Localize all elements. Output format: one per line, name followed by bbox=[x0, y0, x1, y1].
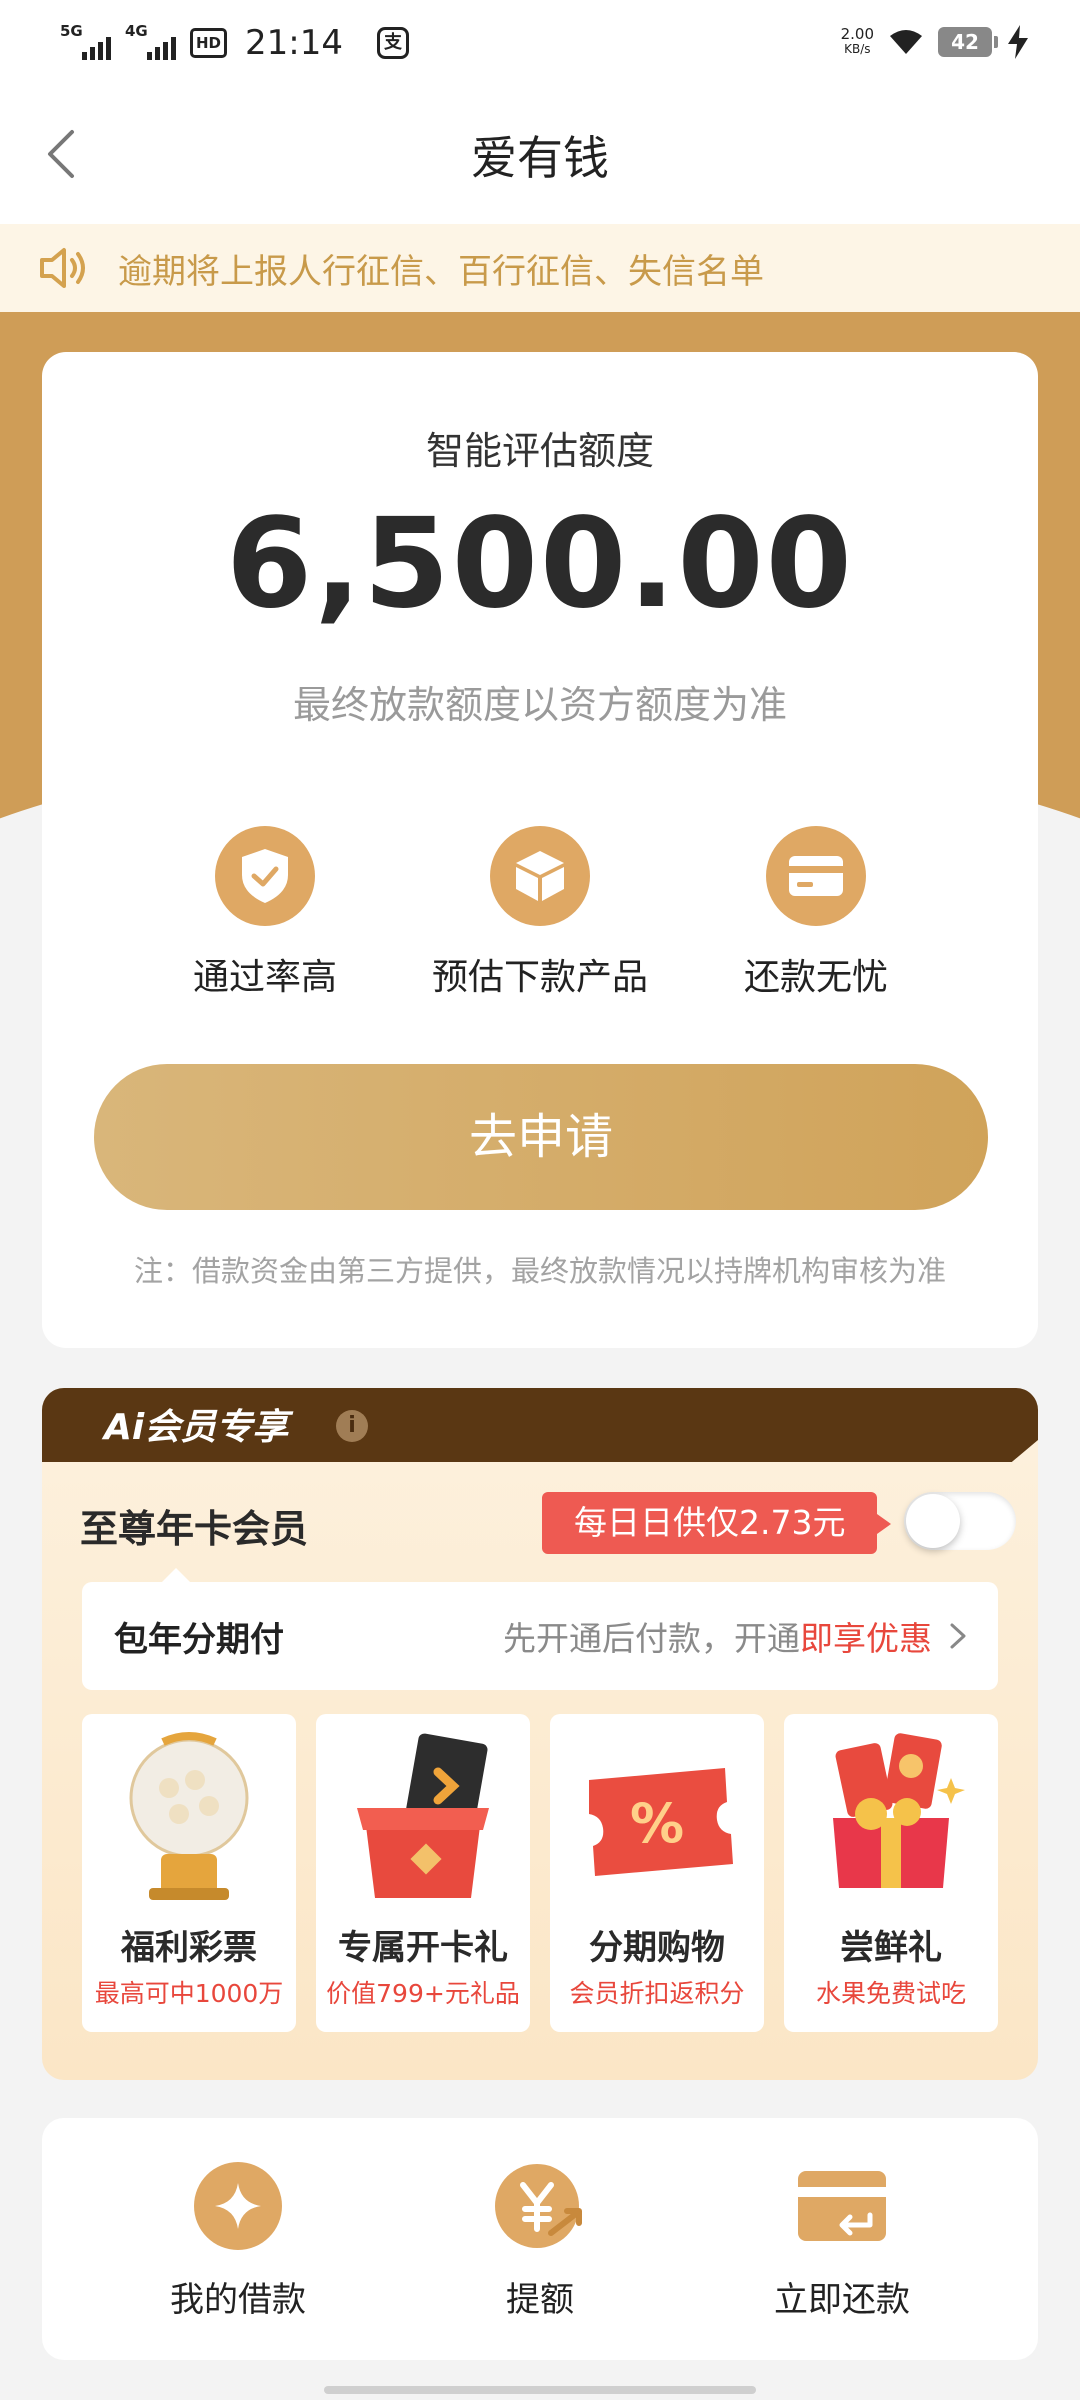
plan-row-text: 先开通后付款，开通 bbox=[503, 1619, 800, 1658]
signal-5g-icon: 5G bbox=[60, 22, 111, 60]
signal-4g-icon: 4G bbox=[125, 22, 176, 60]
wifi-icon bbox=[890, 30, 922, 54]
shortcut-label: 立即还款 bbox=[774, 2280, 910, 2320]
shortcut-raise-limit[interactable]: 提额 bbox=[390, 2158, 690, 2321]
info-icon[interactable]: i bbox=[336, 1410, 368, 1442]
network-speed-unit: KB/s bbox=[844, 42, 871, 56]
coupon-icon: % bbox=[589, 1768, 733, 1876]
shortcut-label: 提额 bbox=[506, 2280, 574, 2320]
benefit-subtitle: 会员折扣返积分 bbox=[569, 1979, 745, 2008]
member-tab-title: Ai会员专享 bbox=[104, 1407, 289, 1448]
benefit-list: 福利彩票 最高可中1000万 专属开卡礼 价值799+元礼品 % 分期购物 会员… bbox=[82, 1714, 998, 2032]
notice-bar: 逾期将上报人行征信、百行征信、失信名单 bbox=[0, 224, 1080, 312]
network-speed: 2.00 KB/s bbox=[841, 27, 874, 57]
shortcut-repay-now[interactable]: 立即还款 bbox=[692, 2158, 992, 2321]
benefit-tasting[interactable]: 尝鲜礼 水果免费试吃 bbox=[784, 1714, 998, 2032]
battery-icon: 42 bbox=[938, 27, 998, 57]
yuan-raise-icon bbox=[492, 2158, 588, 2254]
quota-card: 智能评估额度 6,500.00 最终放款额度以资方额度为准 通过率高 预估下款产… bbox=[42, 352, 1038, 1348]
membership-toggle[interactable] bbox=[904, 1492, 1016, 1550]
benefit-subtitle: 最高可中1000万 bbox=[94, 1979, 284, 2008]
network-speed-value: 2.00 bbox=[840, 25, 874, 43]
status-bar: 5G 4G HD 21:14 支 2.00 KB/s 42 bbox=[0, 0, 1080, 84]
benefit-title: 分期购物 bbox=[589, 1928, 725, 1968]
benefit-lottery[interactable]: 福利彩票 最高可中1000万 bbox=[82, 1714, 296, 2032]
charging-icon bbox=[1008, 25, 1028, 59]
daily-price-tag: 每日日供仅2.73元 bbox=[542, 1492, 892, 1554]
feature-list: 通过率高 预估下款产品 还款无忧 bbox=[42, 826, 1038, 1006]
benefit-title: 专属开卡礼 bbox=[338, 1928, 508, 1968]
plan-row-highlight: 即享优惠 bbox=[800, 1619, 932, 1658]
toggle-knob bbox=[906, 1494, 960, 1548]
quota-subtitle: 最终放款额度以资方额度为准 bbox=[292, 683, 787, 727]
feature-estimate: 预估下款产品 bbox=[390, 826, 690, 1000]
chevron-right-icon bbox=[950, 1623, 966, 1649]
disclaimer-note: 注：借款资金由第三方提供，最终放款情况以持牌机构审核为准 bbox=[133, 1254, 946, 1288]
network-label-5g: 5G bbox=[60, 22, 83, 40]
feature-label: 通过率高 bbox=[192, 957, 337, 998]
benefit-subtitle: 水果免费试吃 bbox=[815, 1979, 966, 2008]
benefit-shopping[interactable]: % 分期购物 会员折扣返积分 bbox=[550, 1714, 764, 2032]
plan-row-title: 包年分期付 bbox=[114, 1620, 284, 1660]
card-icon bbox=[766, 826, 866, 926]
shortcut-bar: 我的借款 提额 立即还款 bbox=[42, 2118, 1038, 2360]
alipay-notification-icon: 支 bbox=[377, 27, 409, 59]
box-icon bbox=[490, 826, 590, 926]
apply-button[interactable]: 去申请 bbox=[94, 1064, 988, 1210]
feature-pass-rate: 通过率高 bbox=[115, 826, 415, 1000]
benefit-subtitle: 价值799+元礼品 bbox=[326, 1979, 520, 2008]
feature-label: 还款无忧 bbox=[743, 957, 888, 998]
benefit-title: 尝鲜礼 bbox=[840, 1928, 942, 1968]
shield-check-icon bbox=[215, 826, 315, 926]
nav-bar: 爱有钱 bbox=[0, 84, 1080, 224]
plan-row-detail: 先开通后付款，开通 即享优惠 bbox=[503, 1612, 970, 1660]
speaker-icon bbox=[40, 248, 85, 288]
quota-label: 智能评估额度 bbox=[425, 429, 654, 473]
feature-repay: 还款无忧 bbox=[666, 826, 966, 1000]
page-title: 爱有钱 bbox=[471, 131, 609, 185]
quota-amount: 6,500.00 bbox=[226, 492, 854, 636]
red-envelope-icon bbox=[833, 1733, 965, 1888]
repay-card-icon bbox=[794, 2158, 890, 2254]
gift-box-icon bbox=[357, 1733, 489, 1898]
benefit-gift[interactable]: 专属开卡礼 价值799+元礼品 bbox=[316, 1714, 530, 2032]
network-label-4g: 4G bbox=[125, 22, 148, 40]
home-indicator[interactable] bbox=[324, 2386, 756, 2394]
installment-plan-row[interactable]: 包年分期付 先开通后付款，开通 即享优惠 bbox=[82, 1568, 998, 1690]
notice-text: 逾期将上报人行征信、百行征信、失信名单 bbox=[118, 251, 764, 292]
svg-text:%: % bbox=[630, 1792, 684, 1855]
feature-label: 预估下款产品 bbox=[431, 957, 648, 998]
shortcut-my-loans[interactable]: 我的借款 bbox=[88, 2158, 388, 2321]
member-tab: Ai会员专享 i bbox=[42, 1388, 422, 1462]
clock: 21:14 bbox=[245, 23, 343, 63]
plan-name: 至尊年卡会员 bbox=[80, 1507, 309, 1551]
member-card: Ai会员专享 i 至尊年卡会员 每日日供仅2.73元 包年分期付 先开通后付款，… bbox=[42, 1388, 1038, 2080]
status-left: 5G 4G HD 21:14 支 bbox=[60, 18, 409, 68]
benefit-title: 福利彩票 bbox=[121, 1928, 257, 1968]
loan-icon bbox=[190, 2158, 286, 2254]
lottery-icon bbox=[129, 1732, 249, 1900]
hd-icon: HD bbox=[190, 28, 228, 58]
status-right: 2.00 KB/s 42 bbox=[841, 20, 1030, 64]
shortcut-label: 我的借款 bbox=[170, 2280, 306, 2320]
